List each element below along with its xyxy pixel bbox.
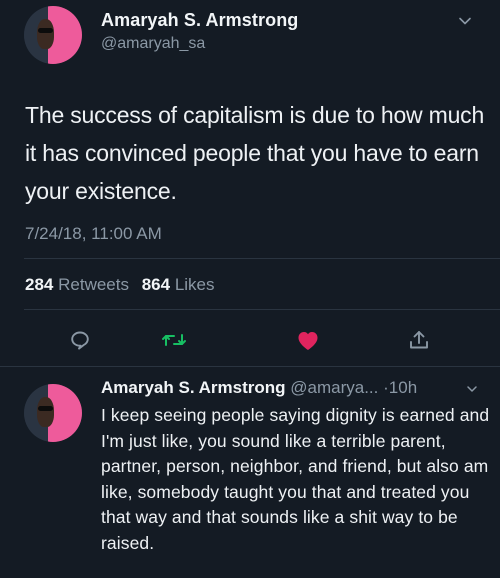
avatar[interactable] — [24, 384, 82, 442]
reply-author-name[interactable]: Amaryah S. Armstrong — [101, 378, 286, 397]
avatar[interactable] — [24, 6, 82, 64]
reply-author-handle[interactable]: @amarya... — [290, 378, 378, 397]
tweet-stats: 284 Retweets 864 Likes — [25, 275, 215, 295]
tweet-timestamp: 7/24/18, 11:00 AM — [25, 224, 162, 243]
reply-button[interactable] — [66, 326, 94, 354]
author-handle[interactable]: @amaryah_sa — [101, 35, 205, 53]
like-button[interactable] — [294, 326, 322, 354]
like-count[interactable]: 864 — [142, 275, 170, 294]
retweet-count[interactable]: 284 — [25, 275, 53, 294]
retweet-label[interactable]: Retweets — [58, 275, 129, 294]
like-label[interactable]: Likes — [175, 275, 215, 294]
divider — [0, 366, 500, 367]
divider — [24, 309, 500, 310]
chevron-down-icon[interactable] — [458, 14, 472, 28]
tweet-detail-screen: Amaryah S. Armstrong @amaryah_sa The suc… — [0, 0, 500, 578]
reply-icon — [71, 331, 89, 350]
tweet-text: The success of capitalism is due to how … — [25, 102, 485, 204]
reply-time[interactable]: 10h — [389, 378, 417, 397]
divider — [24, 258, 500, 259]
heart-icon — [298, 332, 318, 350]
share-icon — [410, 331, 428, 349]
retweet-button[interactable] — [160, 326, 188, 354]
chevron-down-icon[interactable] — [466, 383, 478, 395]
retweet-icon — [162, 334, 186, 346]
author-name[interactable]: Amaryah S. Armstrong — [101, 10, 298, 31]
share-button[interactable] — [405, 326, 433, 354]
reply-header: Amaryah S. Armstrong @amarya... ·10h — [101, 378, 417, 398]
reply-tweet-text: I keep seeing people saying dignity is e… — [101, 405, 490, 553]
